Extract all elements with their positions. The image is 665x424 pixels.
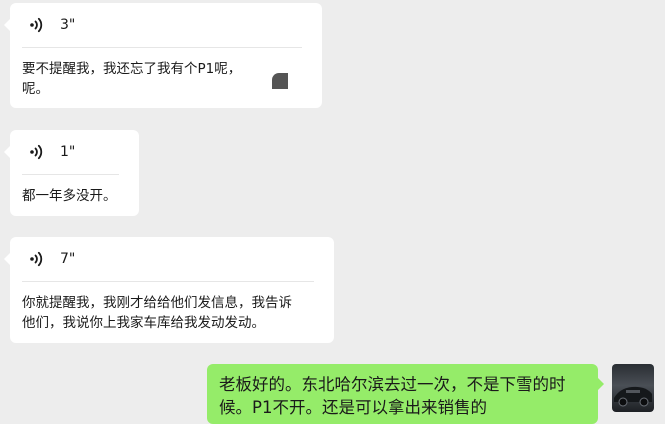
voice-transcript: 你就提醒我，我刚才给给他们发信息，我告诉 他们，我说你上我家车库给我发动发动。 [22, 295, 292, 331]
voice-play-row[interactable]: 1" [28, 142, 75, 162]
transcribing-indicator-icon [272, 73, 288, 89]
voice-wave-icon [30, 17, 43, 33]
voice-wave-icon [30, 144, 43, 160]
divider [22, 47, 302, 48]
voice-duration: 7" [60, 251, 76, 267]
voice-message-bubble[interactable]: 1" 都一年多没开。 [4, 130, 139, 216]
voice-duration: 3" [60, 17, 76, 33]
avatar-car-image [614, 386, 652, 407]
voice-play-row[interactable]: 7" [28, 249, 75, 269]
voice-message-bubble[interactable]: 3" 要不提醒我，我还忘了我有个P1呢， 呢。 [4, 3, 322, 108]
voice-message-bubble[interactable]: 7" 你就提醒我，我刚才给给他们发信息，我告诉 他们，我说你上我家车库给我发动发… [4, 237, 334, 343]
voice-transcript: 都一年多没开。 [22, 188, 117, 204]
outgoing-message-bubble[interactable]: 老板好的。东北哈尔滨去过一次，不是下雪的时候。P1不开。还是可以拿出来销售的 [207, 364, 604, 424]
avatar[interactable] [612, 364, 654, 412]
voice-wave-icon [30, 251, 43, 267]
divider [22, 174, 119, 175]
voice-duration: 1" [60, 144, 76, 160]
divider [22, 281, 314, 282]
voice-transcript: 要不提醒我，我还忘了我有个P1呢， 呢。 [22, 61, 242, 97]
voice-play-row[interactable]: 3" [28, 15, 75, 35]
